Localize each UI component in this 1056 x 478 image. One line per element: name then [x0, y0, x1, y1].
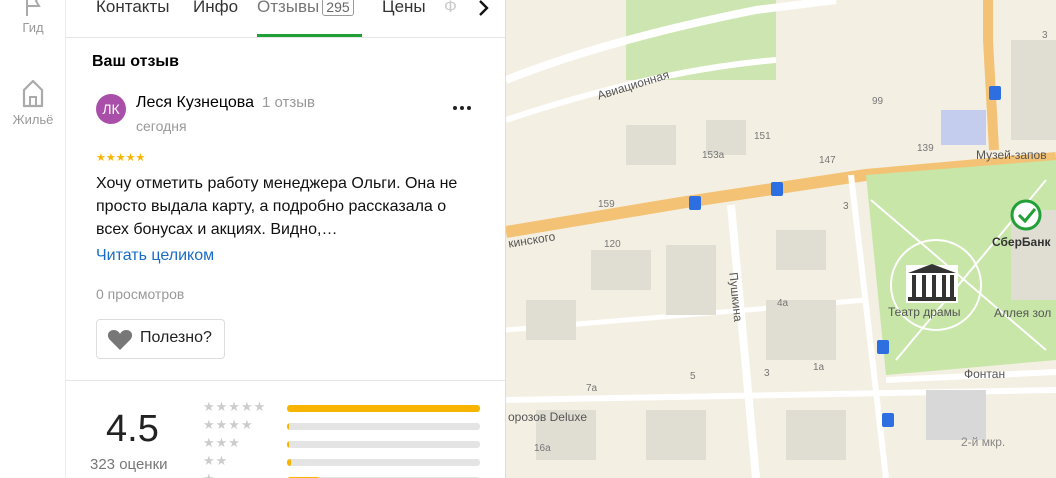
map-house-number: 7а [586, 383, 598, 394]
map-label-museum: Музей-запов [976, 148, 1047, 162]
tab-bar: Контакты Инфо Отзывы 295 Цены Ф [66, 0, 505, 38]
map-house-number: 1а [813, 362, 825, 373]
map-house-number: 139 [917, 143, 934, 154]
rating-row-fill [287, 405, 480, 412]
avatar[interactable]: ЛК [96, 94, 126, 124]
details-panel: Контакты Инфо Отзывы 295 Цены Ф Ваш отзыв… [66, 0, 506, 478]
map-label-alley: Аллея зол [994, 306, 1052, 320]
review-date: сегодня [136, 118, 187, 134]
rating-row-bar [287, 423, 480, 430]
tab-next-partial[interactable]: Ф [444, 0, 457, 17]
home-icon [22, 79, 44, 108]
review-text: Хочу отметить работу менеджера Ольги. Он… [96, 175, 458, 238]
section-title: Ваш отзыв [92, 53, 179, 70]
rail-item-guide-label: Гид [22, 20, 44, 35]
tab-prices[interactable]: Цены [382, 0, 426, 17]
map-house-number: 5 [690, 371, 696, 382]
author-name[interactable]: Леся Кузнецова [136, 94, 254, 111]
map-house-number: 120 [604, 239, 621, 250]
rating-row-fill [287, 459, 291, 466]
map-canvas[interactable] [506, 0, 1056, 478]
views-count: 0 просмотров [96, 286, 185, 302]
map-house-number: 16а [534, 443, 551, 454]
map-label-district: 2-й мкр. [961, 435, 1006, 449]
map-house-number: 3 [843, 201, 849, 212]
divider [66, 380, 505, 381]
helpful-button[interactable]: Полезно? [96, 319, 225, 359]
tab-reviews-count: 295 [322, 0, 354, 16]
side-rail: Гид Жильё [0, 0, 66, 478]
flag-icon [26, 0, 41, 16]
more-dots-icon [453, 106, 471, 110]
map-house-number: 151 [754, 131, 771, 142]
rating-row-stars: ★★ [203, 453, 229, 468]
rail-item-housing-label: Жильё [12, 112, 54, 127]
tabs-scroll-right-button[interactable] [470, 0, 500, 29]
rating-row-fill [287, 423, 289, 430]
heart-icon [107, 330, 133, 350]
rating-row-bar [287, 459, 480, 466]
review-author[interactable]: Леся Кузнецова 1 отзыв [136, 94, 315, 112]
helpful-label: Полезно? [140, 329, 212, 346]
rating-count: 323 оценки [90, 456, 168, 473]
map[interactable]: Авиационная Музей-запов кинского Пушкина… [506, 0, 1056, 478]
rail-item-guide[interactable]: Гид [0, 0, 66, 35]
rating-row-stars: ★★★★★ [203, 399, 267, 414]
sber-icon [1010, 199, 1042, 231]
rating-value: 4.5 [106, 408, 159, 450]
tab-info[interactable]: Инфо [193, 0, 238, 17]
rating-row-bar [287, 405, 480, 412]
more-options-button[interactable] [450, 96, 474, 120]
tab-reviews-label: Отзывы [257, 0, 320, 16]
map-house-number: 159 [598, 199, 615, 210]
map-house-number: 153а [702, 150, 725, 161]
map-house-number: 99 [872, 96, 884, 107]
rating-row-fill [287, 441, 289, 448]
rating-row-stars: ★ [203, 471, 216, 478]
map-label-theatre: Театр драмы [888, 305, 961, 319]
map-label-fountain: Фонтан [964, 367, 1006, 381]
map-house-number: 4а [777, 298, 789, 309]
rating-row-stars: ★★★★ [203, 417, 254, 432]
map-house-number: 147 [819, 155, 836, 166]
tab-contacts[interactable]: Контакты [96, 0, 169, 17]
rating-row-bar [287, 441, 480, 448]
active-tab-underline [257, 34, 362, 37]
review-stars: ★★★★★ [96, 152, 146, 164]
map-house-number: 3 [764, 368, 770, 379]
chevron-right-icon [479, 0, 489, 16]
rating-row-stars: ★★★ [203, 435, 241, 450]
theatre-icon [906, 264, 958, 303]
rail-item-housing[interactable]: Жильё [0, 76, 66, 127]
read-more-link[interactable]: Читать целиком [96, 247, 214, 265]
map-label-morozov: орозов Deluxe [508, 410, 587, 424]
map-label-sberbank: СберБанк [992, 235, 1051, 249]
author-review-count: 1 отзыв [262, 94, 316, 111]
tab-reviews[interactable]: Отзывы 295 [257, 0, 354, 17]
map-house-number: 3 [1042, 30, 1048, 41]
